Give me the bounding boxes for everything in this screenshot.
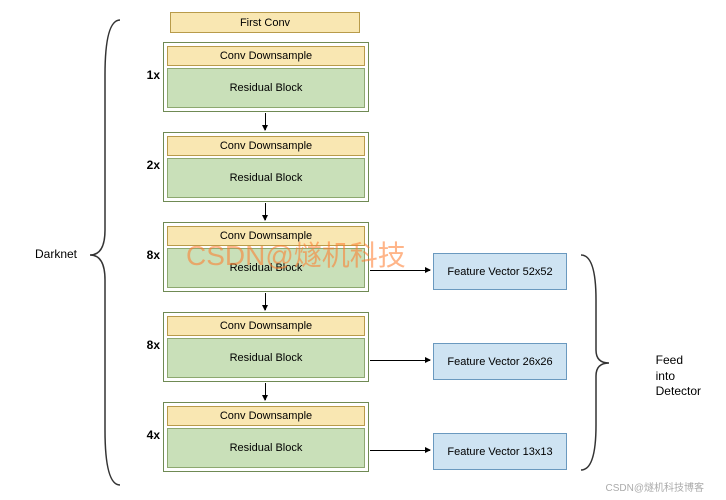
- residual-block-5: Residual Block: [167, 428, 365, 468]
- feature-vector-52: Feature Vector 52x52: [433, 253, 567, 290]
- residual-block-1: Residual Block: [167, 68, 365, 108]
- feature-vector-26: Feature Vector 26x26: [433, 343, 567, 380]
- mult-8x-b: 8x: [130, 338, 160, 352]
- darknet-label: Darknet: [35, 247, 77, 261]
- conv-downsample-5: Conv Downsample: [167, 406, 365, 426]
- mult-8x-a: 8x: [130, 248, 160, 262]
- block-1: Conv Downsample Residual Block: [163, 42, 369, 112]
- feed-detector-label: Feed into Detector: [656, 353, 701, 400]
- mult-4x: 4x: [130, 428, 160, 442]
- conv-downsample-4: Conv Downsample: [167, 316, 365, 336]
- block-2: Conv Downsample Residual Block: [163, 132, 369, 202]
- watermark-footer: CSDN@燧机科技博客: [606, 479, 705, 494]
- block-4: Conv Downsample Residual Block: [163, 312, 369, 382]
- residual-block-3: Residual Block: [167, 248, 365, 288]
- feature-vector-13: Feature Vector 13x13: [433, 433, 567, 470]
- arrow-down-1-icon: [265, 113, 266, 130]
- mult-1x: 1x: [130, 68, 160, 82]
- left-brace: [80, 15, 130, 490]
- residual-block-4: Residual Block: [167, 338, 365, 378]
- block-3: Conv Downsample Residual Block: [163, 222, 369, 292]
- first-conv-box: First Conv: [170, 12, 360, 33]
- conv-downsample-3: Conv Downsample: [167, 226, 365, 246]
- arrow-down-4-icon: [265, 383, 266, 400]
- residual-block-2: Residual Block: [167, 158, 365, 198]
- arrow-right-4-icon: [370, 360, 430, 361]
- arrow-down-3-icon: [265, 293, 266, 310]
- mult-2x: 2x: [130, 158, 160, 172]
- arrow-down-2-icon: [265, 203, 266, 220]
- conv-downsample-1: Conv Downsample: [167, 46, 365, 66]
- right-brace: [573, 250, 623, 475]
- arrow-right-3-icon: [370, 270, 430, 271]
- arrow-right-5-icon: [370, 450, 430, 451]
- block-5: Conv Downsample Residual Block: [163, 402, 369, 472]
- conv-downsample-2: Conv Downsample: [167, 136, 365, 156]
